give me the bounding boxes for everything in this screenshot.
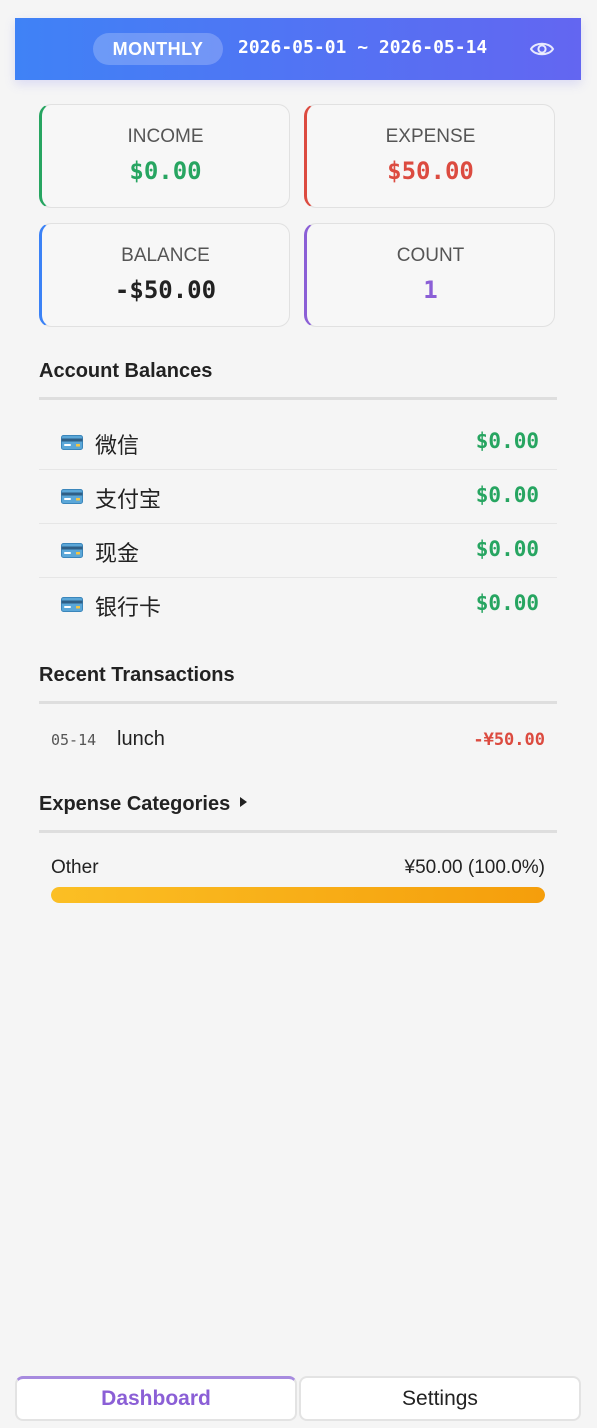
account-name: 支付宝	[95, 487, 162, 512]
transaction-description: lunch	[117, 728, 165, 750]
account-row-alipay[interactable]: 支付宝 $0.00	[39, 470, 557, 524]
account-list: 微信 $0.00 支付宝 $0.00 现金 $0.00 银行卡 $0.00	[39, 416, 557, 632]
balance-card: BALANCE -$50.00	[39, 223, 290, 327]
expense-categories-toggle[interactable]: Expense Categories	[39, 793, 557, 833]
date-range[interactable]: 2026-05-01 ~ 2026-05-14	[238, 37, 487, 58]
income-label: INCOME	[127, 126, 204, 147]
credit-card-icon	[61, 435, 83, 450]
account-row-wechat[interactable]: 微信 $0.00	[39, 416, 557, 470]
eye-icon[interactable]	[529, 37, 555, 61]
account-balance: $0.00	[475, 537, 539, 561]
transaction-date: 05-14	[51, 731, 97, 749]
credit-card-icon	[61, 543, 83, 558]
category-progress-bar	[51, 887, 545, 903]
count-card: COUNT 1	[304, 223, 555, 327]
account-balances-heading: Account Balances	[39, 360, 557, 400]
income-card: INCOME $0.00	[39, 104, 290, 208]
account-row-bank-card[interactable]: 银行卡 $0.00	[39, 578, 557, 632]
expense-card: EXPENSE $50.00	[304, 104, 555, 208]
account-balance: $0.00	[475, 429, 539, 453]
transaction-amount: -¥50.00	[473, 730, 545, 750]
caret-right-icon	[240, 797, 248, 807]
account-name: 银行卡	[95, 595, 162, 620]
credit-card-icon	[61, 489, 83, 504]
section-title: Recent Transactions	[39, 664, 235, 686]
transaction-row[interactable]: 05-14 lunch -¥50.00	[39, 718, 557, 762]
balance-value: -$50.00	[114, 276, 217, 304]
category-progress-fill	[51, 887, 545, 903]
period-selector[interactable]: MONTHLY	[93, 33, 223, 65]
expense-label: EXPENSE	[385, 126, 476, 147]
account-balance: $0.00	[475, 483, 539, 507]
account-row-cash[interactable]: 现金 $0.00	[39, 524, 557, 578]
income-value: $0.00	[129, 157, 202, 185]
recent-transactions-heading: Recent Transactions	[39, 664, 557, 704]
credit-card-icon	[61, 597, 83, 612]
category-name: Other	[51, 857, 99, 878]
tab-dashboard[interactable]: Dashboard	[15, 1376, 297, 1421]
count-value: 1	[423, 276, 438, 304]
bottom-nav: Dashboard Settings	[15, 1376, 581, 1421]
expense-value: $50.00	[387, 157, 474, 185]
account-name: 现金	[95, 541, 140, 566]
count-label: COUNT	[396, 245, 465, 266]
header-bar: MONTHLY 2026-05-01 ~ 2026-05-14	[15, 18, 581, 80]
balance-label: BALANCE	[121, 245, 210, 266]
section-title: Expense Categories	[39, 793, 231, 815]
section-title: Account Balances	[39, 360, 213, 382]
category-amount: ¥50.00 (100.0%)	[404, 857, 546, 878]
account-name: 微信	[95, 433, 140, 458]
tab-settings[interactable]: Settings	[299, 1376, 581, 1421]
account-balance: $0.00	[475, 591, 539, 615]
category-row: Other ¥50.00 (100.0%)	[51, 855, 545, 907]
